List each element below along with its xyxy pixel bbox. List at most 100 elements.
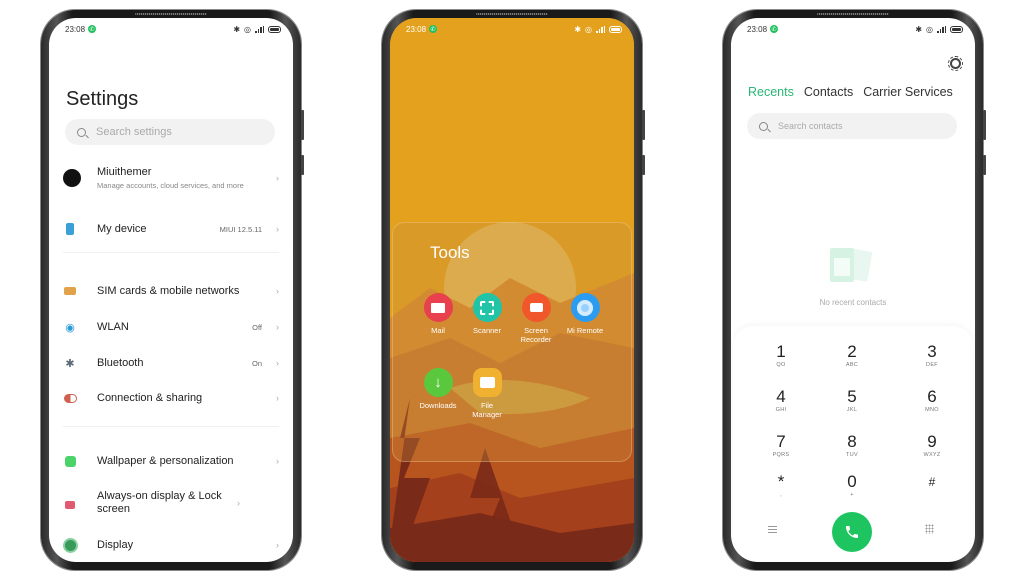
dial-key-6[interactable]: 6 MNO bbox=[902, 387, 962, 413]
call-button[interactable] bbox=[832, 512, 872, 552]
dial-key-letters: TUV bbox=[846, 452, 858, 458]
account-name: Miuithemer bbox=[97, 166, 152, 178]
settings-item-sim[interactable]: SIM cards & mobile networks › bbox=[63, 284, 279, 298]
settings-item-wlan[interactable]: ◉ WLAN Off › bbox=[63, 320, 279, 334]
chevron-right-icon: › bbox=[276, 286, 279, 296]
download-icon: ↓ bbox=[423, 368, 453, 397]
dial-key-number: 4 bbox=[776, 387, 786, 406]
app-downloads[interactable]: ↓ Downloads bbox=[413, 368, 463, 410]
dial-key-hash[interactable]: # bbox=[902, 472, 962, 492]
keypad-toggle-icon[interactable] bbox=[925, 524, 934, 534]
dial-key-2[interactable]: 2 ABC bbox=[822, 342, 882, 368]
dial-key-letters: PQRS bbox=[772, 452, 790, 458]
dial-key-number: 6 bbox=[927, 387, 937, 406]
chevron-right-icon: › bbox=[276, 540, 279, 550]
dial-key-number: 1 bbox=[776, 342, 786, 361]
account-row[interactable]: Miuithemer Manage accounts, cloud service… bbox=[63, 166, 279, 190]
dial-key-4[interactable]: 4 GHI bbox=[751, 387, 811, 413]
alarm-icon: ◎ bbox=[585, 24, 592, 34]
scanner-icon bbox=[472, 293, 502, 322]
settings-item-bluetooth[interactable]: ✱ Bluetooth On › bbox=[63, 356, 279, 370]
dial-key-1[interactable]: 1 QO bbox=[751, 342, 811, 368]
tab-recents[interactable]: Recents bbox=[748, 85, 794, 99]
settings-item-my-device[interactable]: My device MIUI 12.5.11 › bbox=[63, 222, 279, 236]
signal-icon bbox=[255, 25, 264, 33]
dial-key-7[interactable]: 7 PQRS bbox=[751, 432, 811, 458]
dial-key-letters: JKL bbox=[846, 407, 858, 413]
signal-icon bbox=[596, 25, 605, 33]
sim-card-icon bbox=[63, 284, 77, 298]
settings-gear-icon[interactable] bbox=[948, 56, 963, 71]
dial-key-letters: WXYZ bbox=[923, 452, 941, 458]
dial-key-star[interactable]: *, bbox=[751, 472, 811, 498]
display-icon bbox=[63, 538, 77, 552]
bluetooth-icon: ✱ bbox=[915, 24, 923, 34]
dial-key-letters: GHI bbox=[775, 407, 787, 413]
folder-title[interactable]: Tools bbox=[430, 243, 470, 263]
search-input[interactable]: Search settings bbox=[65, 119, 275, 145]
screen-recorder-icon bbox=[521, 293, 551, 322]
dial-key-letters: DEF bbox=[926, 362, 938, 368]
dial-key-8[interactable]: 8 TUV bbox=[822, 432, 882, 458]
settings-item-label: Connection & sharing bbox=[97, 391, 203, 404]
bluetooth-icon: ✱ bbox=[65, 357, 75, 370]
app-label: Downloads bbox=[419, 401, 457, 410]
remote-icon bbox=[570, 293, 600, 322]
menu-icon[interactable] bbox=[768, 526, 777, 535]
app-scanner[interactable]: Scanner bbox=[462, 293, 512, 335]
settings-item-display[interactable]: Display › bbox=[63, 538, 279, 552]
power-button bbox=[642, 155, 645, 175]
bluetooth-icon: ✱ bbox=[233, 24, 241, 34]
speaker-grille bbox=[476, 13, 548, 15]
folder-icon bbox=[472, 368, 502, 397]
app-label: File Manager bbox=[472, 401, 502, 419]
dial-key-number: # bbox=[928, 475, 936, 489]
divider bbox=[63, 252, 279, 253]
dial-key-letters: QO bbox=[776, 362, 786, 368]
app-file-manager[interactable]: File Manager bbox=[462, 368, 512, 419]
search-placeholder: Search contacts bbox=[778, 121, 843, 131]
account-subtitle: Manage accounts, cloud services, and mor… bbox=[97, 181, 244, 190]
settings-item-label: WLAN bbox=[97, 320, 129, 333]
settings-item-connection[interactable]: Connection & sharing › bbox=[63, 391, 279, 405]
app-label: Screen Recorder bbox=[520, 326, 552, 344]
home-screen: 23:08 ✆ ✱ ◎ Tools Mail Scanner Screen Rec… bbox=[390, 18, 634, 562]
dial-key-5[interactable]: 5 JKL bbox=[822, 387, 882, 413]
alarm-icon: ◎ bbox=[244, 24, 251, 34]
status-time: 23:08 bbox=[406, 24, 427, 34]
settings-screen: 23:08 ✆ ✱ ◎ Settings Search settings Miui… bbox=[49, 18, 293, 562]
call-indicator-icon: ✆ bbox=[770, 25, 779, 33]
power-button bbox=[983, 155, 986, 175]
dial-key-3[interactable]: 3 DEF bbox=[902, 342, 962, 368]
dial-key-9[interactable]: 9 WXYZ bbox=[902, 432, 962, 458]
app-label: Mi Remote bbox=[566, 326, 604, 335]
app-label: Mail bbox=[431, 326, 445, 335]
settings-item-label: SIM cards & mobile networks bbox=[97, 284, 240, 297]
app-mi-remote[interactable]: Mi Remote bbox=[560, 293, 610, 335]
connection-icon bbox=[63, 391, 77, 405]
search-icon bbox=[77, 127, 86, 137]
status-bar: 23:08 ✆ ✱ ◎ bbox=[390, 18, 634, 40]
search-contacts-input[interactable]: Search contacts bbox=[747, 113, 957, 139]
settings-item-wallpaper[interactable]: Wallpaper & personalization › bbox=[63, 454, 279, 468]
battery-icon bbox=[609, 25, 622, 33]
tab-contacts[interactable]: Contacts bbox=[804, 85, 853, 99]
phone-icon bbox=[63, 222, 77, 236]
dial-key-number: 5 bbox=[847, 387, 857, 406]
call-indicator-icon: ✆ bbox=[429, 25, 438, 33]
dial-key-0[interactable]: 0 + bbox=[822, 472, 882, 498]
settings-item-label: Display bbox=[97, 538, 134, 551]
chevron-right-icon: › bbox=[276, 456, 279, 466]
dial-key-number: 2 bbox=[847, 342, 857, 361]
dial-key-number: 3 bbox=[927, 342, 937, 361]
phone-home: 23:08 ✆ ✱ ◎ Tools Mail Scanner Screen Rec… bbox=[382, 10, 645, 570]
tab-carrier-services[interactable]: Carrier Services bbox=[863, 85, 953, 99]
dialer-screen: 23:08 ✆ ✱ ◎ Recents Contacts Carrier Serv… bbox=[731, 18, 975, 562]
divider bbox=[63, 426, 279, 427]
search-icon bbox=[759, 121, 768, 131]
app-mail[interactable]: Mail bbox=[413, 293, 463, 335]
chevron-right-icon: › bbox=[276, 173, 279, 183]
app-screen-recorder[interactable]: Screen Recorder bbox=[511, 293, 561, 344]
settings-item-label: Always-on display & Lock screen bbox=[97, 490, 222, 515]
settings-item-lock-screen[interactable]: Always-on display & Lock screen › bbox=[63, 490, 279, 516]
